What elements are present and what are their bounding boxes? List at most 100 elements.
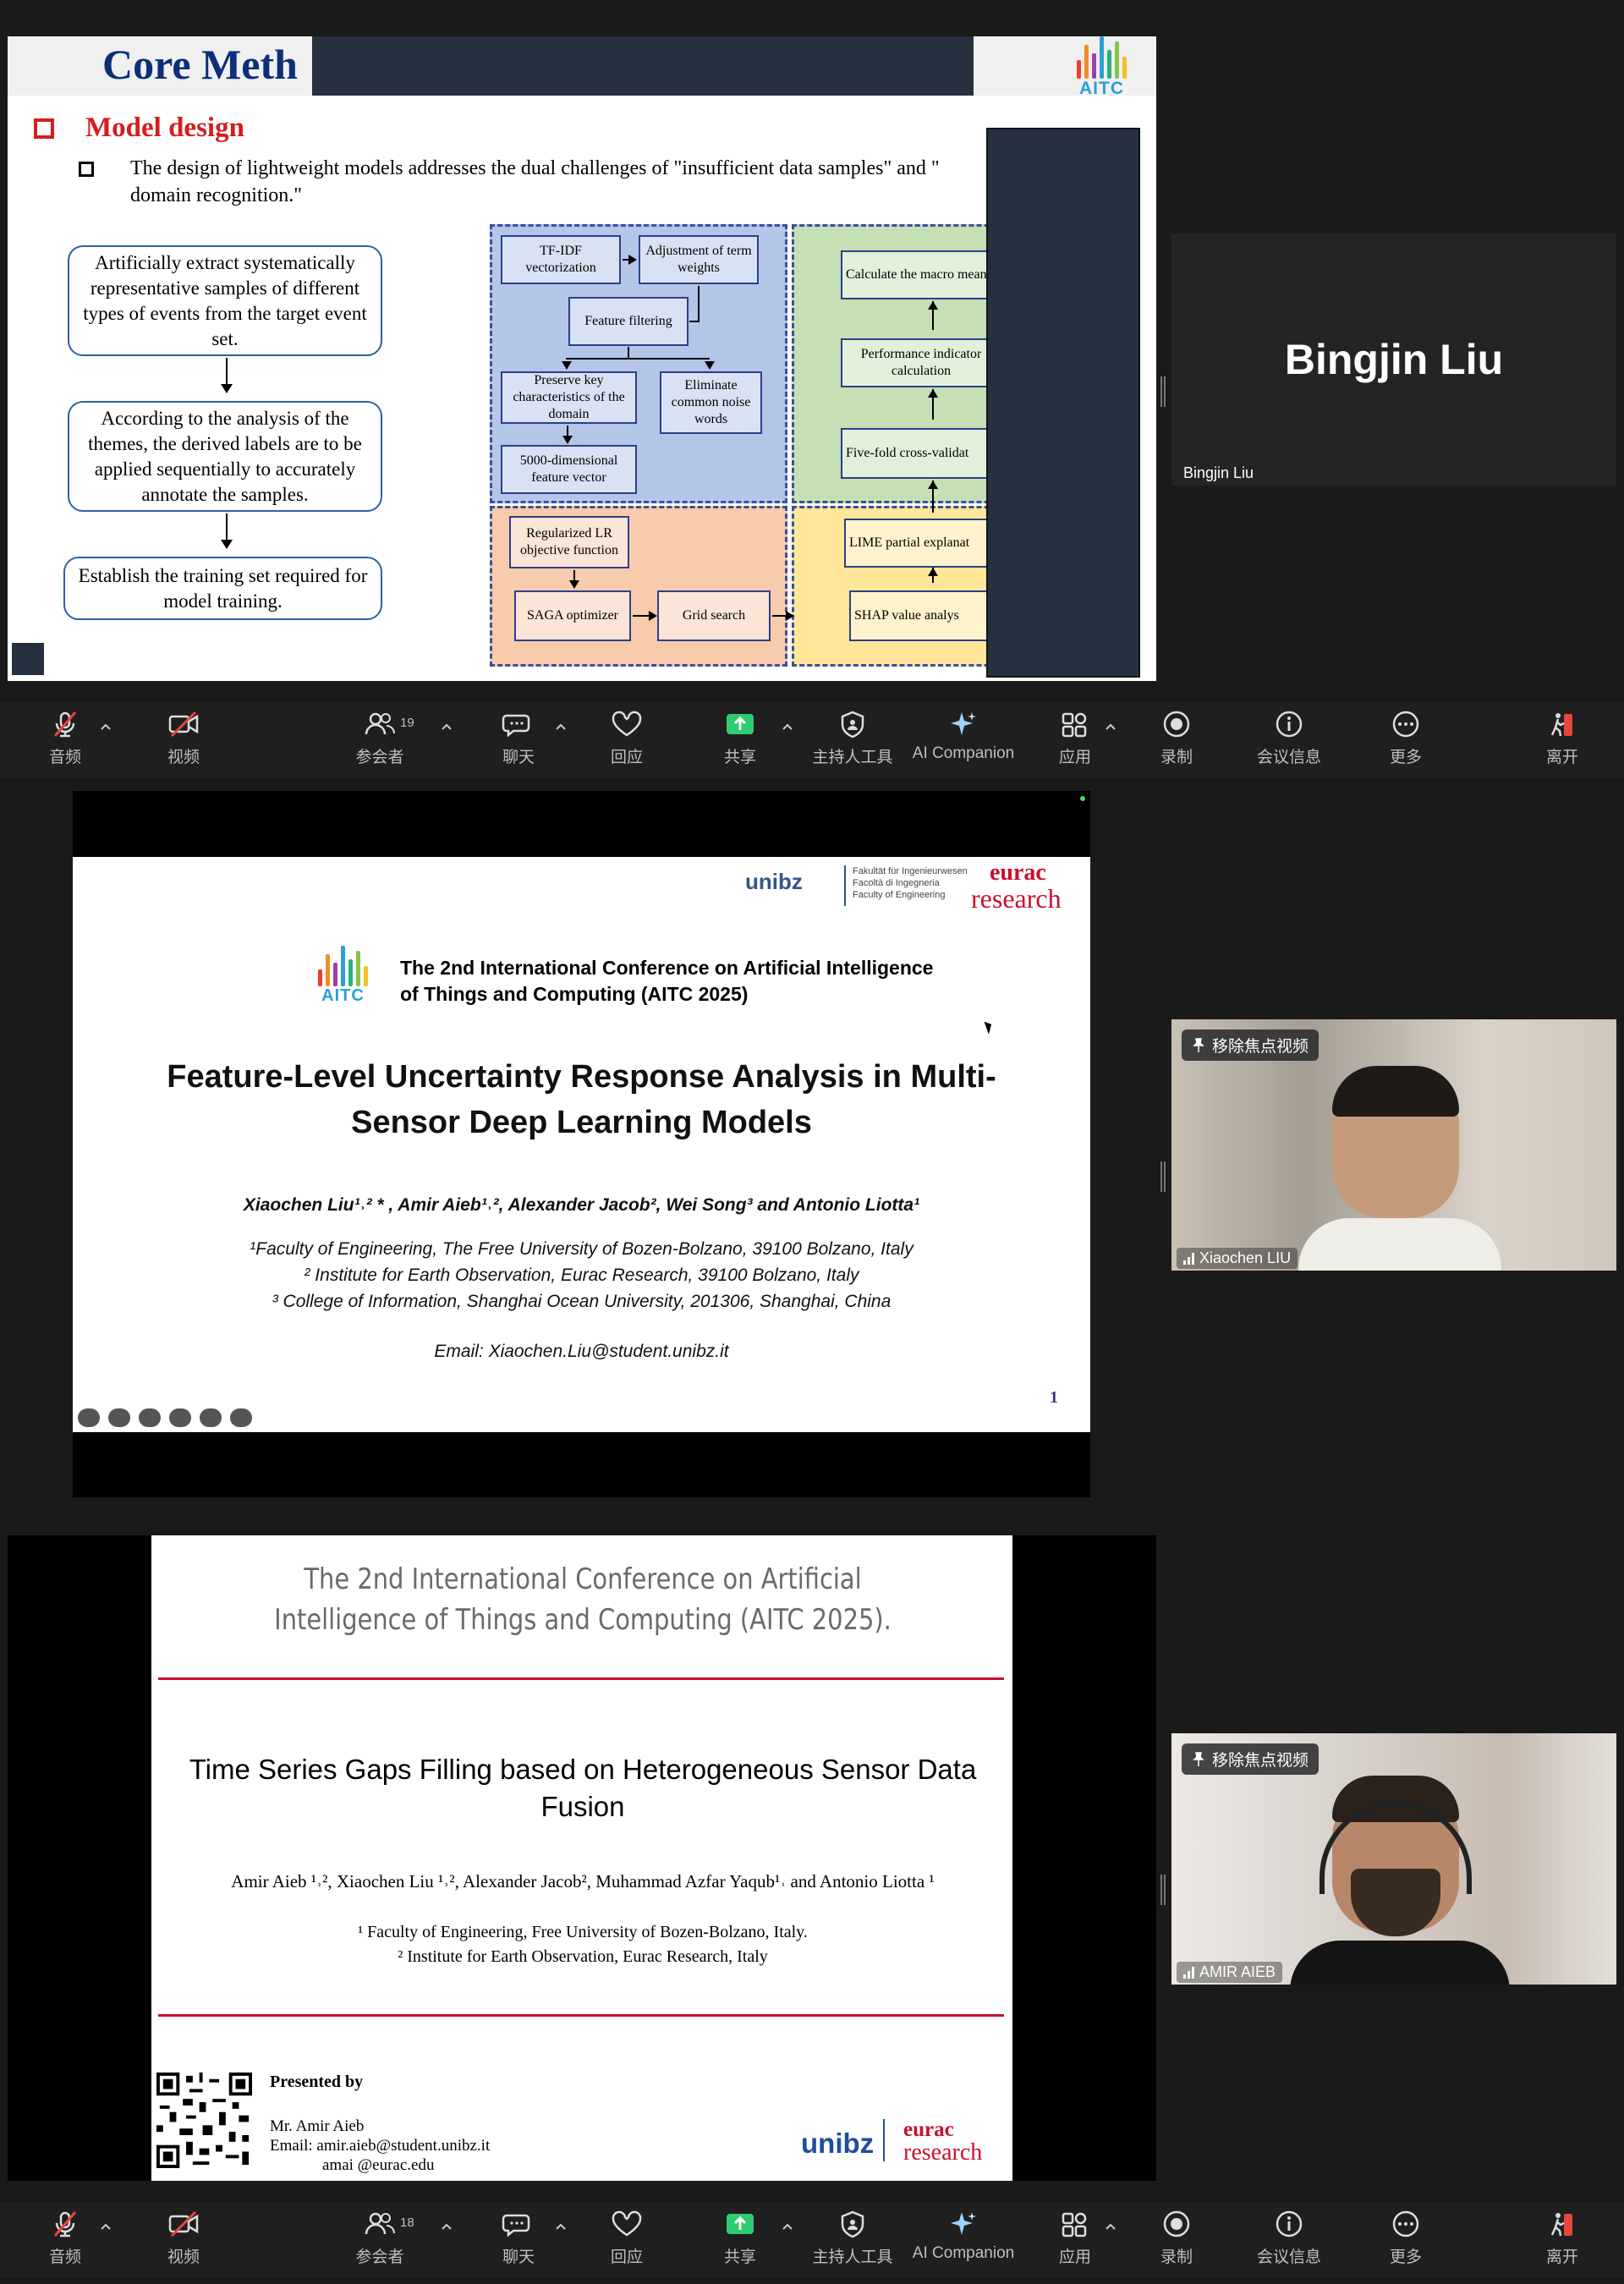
video-button[interactable]: 视频 xyxy=(137,709,230,767)
video-button[interactable]: 视频 xyxy=(137,2209,230,2267)
share-screen-icon xyxy=(721,2209,759,2239)
more-button[interactable]: 更多 xyxy=(1359,709,1452,767)
step-box-1: Artificially extract systematically repr… xyxy=(68,245,382,356)
panel-resize-handle[interactable] xyxy=(1160,376,1166,407)
signal-icon xyxy=(1183,1966,1194,1979)
leave-icon xyxy=(1544,2209,1581,2239)
arrow-up-icon xyxy=(928,480,938,489)
slide-page: The 2nd International Conference on Arti… xyxy=(151,1535,1012,2181)
info-icon xyxy=(1270,2209,1308,2239)
faculty-en: Faculty of Engineering xyxy=(853,890,946,900)
chevron-up-icon[interactable] xyxy=(441,721,453,733)
host-tools-label: 主持人工具 xyxy=(812,2248,893,2266)
aitc-logo-text: AITC xyxy=(1079,79,1124,98)
mic-muted-icon xyxy=(47,2209,84,2239)
remove-spotlight-button[interactable]: 移除焦点视频 xyxy=(1182,1743,1320,1775)
panel-resize-handle[interactable] xyxy=(1160,1161,1166,1192)
host-tools-label: 主持人工具 xyxy=(812,749,893,766)
next-slide-icon[interactable] xyxy=(230,1408,252,1427)
arrow-up-icon xyxy=(928,389,938,398)
affiliation-2: ² Institute for Earth Observation, Eurac… xyxy=(304,1266,859,1285)
record-button[interactable]: 录制 xyxy=(1130,709,1223,767)
apps-button[interactable]: 应用 xyxy=(1029,2209,1122,2267)
chevron-up-icon[interactable] xyxy=(100,721,112,733)
flow-box-lr: Regularized LR objective function xyxy=(509,516,629,568)
audio-button[interactable]: 音频 xyxy=(19,709,112,767)
arrow-down-icon xyxy=(569,580,579,589)
previous-slide-icon[interactable] xyxy=(78,1408,100,1427)
share-button[interactable]: 共享 xyxy=(694,709,787,767)
arrow-down-icon xyxy=(221,358,233,393)
audio-label: 音频 xyxy=(48,2248,81,2266)
apps-label: 应用 xyxy=(1058,749,1091,766)
react-button[interactable]: 回应 xyxy=(580,2209,673,2267)
paper-title: Time Series Gaps Filling based on Hetero… xyxy=(189,1754,977,1822)
share-button[interactable]: 共享 xyxy=(694,2209,787,2267)
connector xyxy=(573,570,575,580)
chevron-up-icon[interactable] xyxy=(1105,721,1116,733)
flow-box-grid: Grid search xyxy=(657,590,771,641)
more-icon xyxy=(1387,2209,1424,2239)
chat-button[interactable]: 聊天 xyxy=(472,709,565,767)
chevron-up-icon[interactable] xyxy=(782,2221,793,2232)
audio-button[interactable]: 音频 xyxy=(19,2209,112,2267)
aitc-logo-text: AITC xyxy=(321,986,365,1005)
unibz-logo: unibz xyxy=(745,869,803,894)
host-tools-button[interactable]: 主持人工具 xyxy=(806,2209,899,2267)
meeting-info-label: 会议信息 xyxy=(1256,2248,1321,2266)
sparkle-icon xyxy=(945,2209,982,2239)
arrow-right-icon xyxy=(649,611,657,621)
presenter-email-2: amai @eurac.edu xyxy=(322,2156,435,2174)
affiliation-2: ² Institute for Earth Observation, Eurac… xyxy=(398,1947,768,1966)
remove-spotlight-button[interactable]: 移除焦点视频 xyxy=(1182,1029,1320,1061)
apps-button[interactable]: 应用 xyxy=(1029,709,1122,767)
flow-box-shap: SHAP value analys xyxy=(849,590,1001,641)
flow-box-fivefold: Five-fold cross-validat xyxy=(841,428,1001,479)
flow-box-perf: Performance indicator calculation xyxy=(841,338,1001,387)
ai-companion-button[interactable]: AI Companion xyxy=(913,2209,1014,2263)
section-heading: Model design xyxy=(85,113,244,143)
record-button[interactable]: 录制 xyxy=(1130,2209,1223,2267)
panel-resize-handle[interactable] xyxy=(1160,1875,1166,1905)
flow-box-filter: Feature filtering xyxy=(568,297,689,346)
camera-off-icon xyxy=(165,2209,202,2239)
participant-tile-amir[interactable]: 移除焦点视频 AMIR AIEB xyxy=(1171,1733,1616,1985)
unibz-logo: unibz xyxy=(801,2128,875,2159)
ai-companion-label: AI Companion xyxy=(912,2244,1015,2262)
square-bullet-icon xyxy=(79,162,94,177)
chevron-up-icon[interactable] xyxy=(782,721,793,733)
chevron-up-icon[interactable] xyxy=(1105,2221,1116,2232)
flow-box-eliminate: Eliminate common noise words xyxy=(660,371,762,434)
more-label: 更多 xyxy=(1389,749,1422,766)
chevron-up-icon[interactable] xyxy=(555,721,567,733)
react-button[interactable]: 回应 xyxy=(580,709,673,767)
participant-name-label: AMIR AIEB xyxy=(1177,1962,1283,1983)
arrow-down-icon xyxy=(562,361,572,370)
chevron-up-icon[interactable] xyxy=(555,2221,567,2232)
divider-line xyxy=(158,2014,1004,2017)
connector xyxy=(566,358,710,360)
participant-display-name: Bingjin Liu xyxy=(1284,336,1504,383)
participant-name-text: Xiaochen LIU xyxy=(1199,1249,1292,1266)
chevron-up-icon[interactable] xyxy=(100,2221,112,2232)
participant-tile-xiaochen[interactable]: 移除焦点视频 Xiaochen LIU xyxy=(1171,1019,1616,1271)
more-options-icon[interactable] xyxy=(200,1408,222,1427)
captions-icon[interactable] xyxy=(139,1408,161,1427)
meeting-info-button[interactable]: 会议信息 xyxy=(1243,2209,1336,2267)
chevron-up-icon[interactable] xyxy=(441,2221,453,2232)
pen-icon[interactable] xyxy=(108,1408,130,1427)
arrow-up-icon xyxy=(928,301,938,310)
participant-tile-bingjin[interactable]: Bingjin Liu Bingjin Liu xyxy=(1171,233,1616,486)
chat-button[interactable]: 聊天 xyxy=(472,2209,565,2267)
host-tools-button[interactable]: 主持人工具 xyxy=(806,709,899,767)
meeting-info-button[interactable]: 会议信息 xyxy=(1243,709,1336,767)
leave-button[interactable]: 离开 xyxy=(1516,2209,1609,2267)
camera-icon[interactable] xyxy=(169,1408,191,1427)
leave-button[interactable]: 离开 xyxy=(1516,709,1609,767)
slide-occluding-bar xyxy=(312,36,974,96)
presented-by-label: Presented by xyxy=(270,2073,364,2091)
conference-name: The 2nd International Conference on Arti… xyxy=(274,1562,892,1637)
leave-icon xyxy=(1544,709,1581,739)
ai-companion-button[interactable]: AI Companion xyxy=(913,709,1014,763)
more-button[interactable]: 更多 xyxy=(1359,2209,1452,2267)
